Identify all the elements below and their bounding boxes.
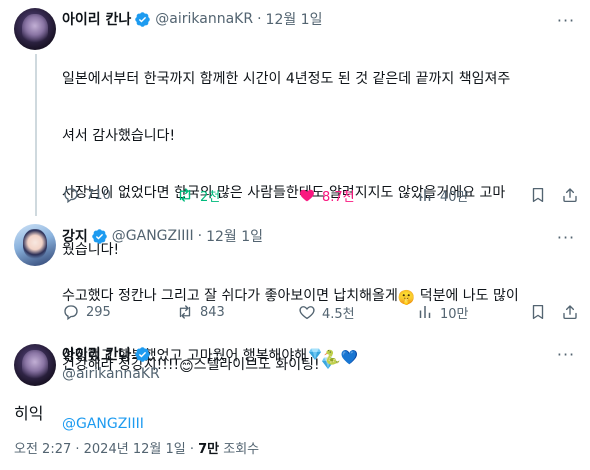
retweet-icon	[176, 186, 194, 204]
views-icon	[416, 186, 434, 204]
share-icon	[561, 186, 579, 204]
reply-count: 295	[86, 304, 111, 320]
verified-badge-icon	[134, 346, 151, 363]
reply-icon	[62, 186, 80, 204]
author-handle[interactable]: @airikannaKR	[62, 366, 160, 382]
bookmark-icon	[529, 303, 547, 321]
tweet-timestamp[interactable]: 오전 2:27 · 2024년 12월 1일 ·	[14, 442, 198, 457]
views-button[interactable]: 40만	[416, 185, 469, 205]
like-button[interactable]: 8.7천	[298, 185, 355, 205]
verified-badge-icon	[134, 11, 151, 28]
separator-dot: ·	[197, 228, 203, 244]
share-button[interactable]	[560, 302, 580, 322]
action-bar: 295 843 4.5천 10만	[62, 302, 582, 322]
verified-badge-icon	[91, 228, 108, 245]
tweet-1[interactable]: 아이리 칸나 @airikannaKR · 12월 1일 ··· 일본에서부터 …	[0, 0, 590, 432]
author-handle[interactable]: @GANGZIIII	[112, 228, 194, 244]
reply-button[interactable]: 295	[62, 302, 111, 322]
bookmark-icon	[529, 186, 547, 204]
views-count: 7만	[198, 442, 220, 457]
action-bar: 710 2천 8.7천 40만	[62, 185, 582, 205]
reply-button[interactable]: 710	[62, 185, 111, 205]
tweet-header: 아이리 칸나 @airikannaKR · 12월 1일	[62, 9, 322, 29]
share-button[interactable]	[560, 185, 580, 205]
text-line: 일본에서부터 한국까지 함께한 시간이 4년정도 된 것 같은데 끝까지 책임져…	[62, 71, 511, 87]
author-name[interactable]: 아이리 칸나	[62, 344, 131, 364]
separator-dot: ·	[257, 11, 262, 27]
text-line: 셔서 감사했습니다!	[62, 128, 176, 144]
tweet-2[interactable]: 강지 @GANGZIIII · 12월 1일 ··· 수고했다 정칸나 그리고 …	[0, 216, 590, 366]
like-icon	[298, 186, 316, 204]
retweet-count: 2천	[200, 189, 221, 205]
tweet-header: 강지 @GANGZIIII · 12월 1일	[62, 226, 263, 246]
retweet-button[interactable]: 843	[176, 302, 225, 322]
avatar[interactable]	[14, 224, 56, 266]
avatar[interactable]	[14, 344, 56, 386]
tweet-time[interactable]: 12월 1일	[206, 226, 263, 246]
retweet-button[interactable]: 2천	[176, 185, 220, 205]
tweet-meta: 오전 2:27 · 2024년 12월 1일 · 7만 조회수	[14, 438, 259, 457]
views-count: 40만	[440, 189, 469, 205]
like-count: 4.5천	[322, 306, 355, 322]
more-icon[interactable]: ···	[556, 10, 576, 30]
main-tweet-header: 아이리 칸나	[62, 344, 151, 364]
more-icon[interactable]: ···	[556, 227, 576, 247]
reply-icon	[62, 303, 80, 321]
main-tweet-text: 히익	[14, 404, 44, 423]
retweet-icon	[176, 303, 194, 321]
views-button[interactable]: 10만	[416, 302, 469, 322]
views-icon	[416, 303, 434, 321]
views-label: 조회수	[219, 442, 260, 457]
views-count: 10만	[440, 306, 469, 322]
bookmark-button[interactable]	[528, 302, 548, 322]
more-icon[interactable]: ···	[556, 344, 576, 364]
like-button[interactable]: 4.5천	[298, 302, 355, 322]
author-name[interactable]: 강지	[62, 226, 88, 246]
like-count: 8.7천	[322, 189, 355, 205]
share-icon	[561, 303, 579, 321]
author-name[interactable]: 아이리 칸나	[62, 9, 131, 29]
avatar[interactable]	[14, 8, 56, 50]
tweet-time[interactable]: 12월 1일	[266, 9, 323, 29]
like-icon	[298, 303, 316, 321]
bookmark-button[interactable]	[528, 185, 548, 205]
thread-line	[35, 54, 37, 216]
author-handle[interactable]: @airikannaKR	[155, 11, 253, 27]
retweet-count: 843	[200, 304, 225, 320]
reply-count: 710	[86, 187, 111, 203]
